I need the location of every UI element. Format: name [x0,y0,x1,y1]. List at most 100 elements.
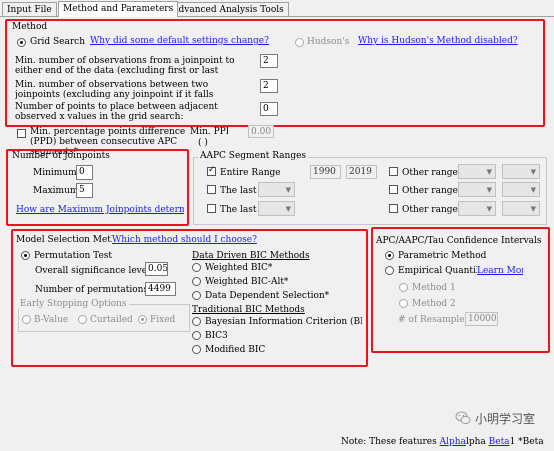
the-last-2-dropdown[interactable]: ▼ [258,201,295,216]
other-range-3-checkbox[interactable] [389,204,398,213]
hudson-radio[interactable] [295,38,304,47]
wechat-logo-icon [455,410,471,426]
the-last-1-label: The last [220,186,257,196]
min-obs-endpoint-input[interactable]: 2 [260,54,278,68]
bic-label: Bayesian Information Criterion (BIC) [205,317,362,327]
grid-settings-link[interactable]: Why did some default settings change? [90,36,269,46]
weighted-bic-alt-radio[interactable] [192,277,201,286]
grid-points-input[interactable]: 0 [260,102,278,116]
other-range-3-start-dropdown[interactable]: ▼ [458,201,496,216]
joinpoints-legend: Number of Joinpoints [12,151,110,161]
chevron-down-icon: ▼ [285,186,291,194]
min-obs-between-input[interactable]: 2 [260,79,278,93]
permutation-test-label: Permutation Test [34,251,113,261]
empirical-quantile-radio[interactable] [385,266,394,275]
permutations-input[interactable]: 4499 [145,282,176,296]
chevron-down-icon: ▼ [530,168,536,176]
modified-bic-label: Modified BIC [205,345,266,355]
joinpoints-min-label: Minimum: [33,168,80,178]
curtailed-radio[interactable] [78,315,87,324]
bic3-radio[interactable] [192,331,201,340]
parametric-method-radio[interactable] [385,251,394,260]
curtailed-label: Curtailed [90,315,133,325]
empirical-quantile-label: Empirical Quantile [398,266,477,276]
traditional-bic-header: Traditional BIC Methods [192,305,305,315]
resamples-label: # of Resamples: [398,315,464,325]
other-range-3-label: Other range: [402,205,461,215]
fixed-label: Fixed [150,315,176,325]
other-range-2-end-dropdown[interactable]: ▼ [502,182,540,197]
range-end-input[interactable]: 2019 [346,165,377,179]
the-last-1-dropdown[interactable]: ▼ [258,182,295,197]
parametric-method-label: Parametric Method [398,251,487,261]
range-start-input[interactable]: 1990 [310,165,341,179]
tab-input-file[interactable]: Input File [2,2,57,17]
aapc-legend: AAPC Segment Ranges [198,151,309,161]
bic3-label: BIC3 [205,331,228,341]
permutations-label: Number of permutations: [35,285,152,295]
method-2-radio[interactable] [399,299,408,308]
chevron-down-icon: ▼ [530,205,536,213]
method-1-radio[interactable] [399,283,408,292]
significance-level-input[interactable]: 0.05 [145,262,168,276]
b-value-label: B-Value [34,315,69,325]
joinpoints-max-label: Maximum: [33,186,82,196]
b-value-radio[interactable] [22,315,31,324]
max-joinpoints-link[interactable]: How are Maximum Joinpoints determined? [16,205,184,215]
data-driven-bic-header: Data Driven BIC Methods [192,251,310,261]
tab-method-and-parameters[interactable]: Method and Parameters [58,1,179,17]
beta-link[interactable]: Beta [489,437,510,447]
tab-advanced-analysis-tools[interactable]: Advanced Analysis Tools [167,2,289,17]
method-1-label: Method 1 [412,283,456,293]
grid-search-label: Grid Search [30,37,85,47]
other-range-1-end-dropdown[interactable]: ▼ [502,164,540,179]
weighted-bic-radio[interactable] [192,263,201,272]
joinpoints-min-input[interactable]: 0 [76,165,93,180]
other-range-1-checkbox[interactable] [389,167,398,176]
entire-range-label: Entire Range [220,168,281,178]
min-obs-between-label: Min. number of observations between two … [15,80,214,100]
method-legend: Method [12,22,48,32]
resamples-input[interactable]: 10000 [465,312,498,326]
modified-bic-radio[interactable] [192,345,201,354]
chevron-down-icon: ▼ [530,186,536,194]
hudson-label: Hudson's [307,37,350,47]
model-selection-legend: Model Selection Method [16,235,112,245]
data-dependent-radio[interactable] [192,291,201,300]
entire-range-checkbox[interactable] [207,165,216,176]
learn-more-link[interactable]: Learn More [477,266,523,276]
ppd-min-input[interactable]: 0.00 [248,125,274,138]
min-obs-endpoint-label: Min. number of observations from a joinp… [15,56,235,76]
other-range-2-label: Other range: [402,186,461,196]
joinpoints-max-input[interactable]: 5 [76,183,93,198]
fixed-radio[interactable] [138,315,147,324]
the-last-2-checkbox[interactable] [207,204,216,213]
hudson-disabled-link[interactable]: Why is Hudson's Method disabled? [358,36,518,46]
grid-search-radio[interactable] [17,38,26,47]
permutation-test-radio[interactable] [21,251,30,260]
beta-tail: 1 *Beta [509,437,544,447]
ppd-min-label: Min. PPD [190,127,228,137]
ci-legend: APC/AAPC/Tau Confidence Intervals [376,236,542,246]
weighted-bic-label: Weighted BIC* [205,263,273,273]
other-range-1-label: Other range: [402,168,461,178]
footer-note-text: Note: These features [341,437,437,447]
bic-radio[interactable] [192,317,201,326]
alpha-link[interactable]: Alpha [440,437,466,447]
watermark-text: 小明学习室 [475,412,536,426]
method-2-label: Method 2 [412,299,456,309]
other-range-1-start-dropdown[interactable]: ▼ [458,164,496,179]
ppd-checkbox[interactable] [17,129,26,138]
other-range-2-checkbox[interactable] [389,185,398,194]
other-range-3-end-dropdown[interactable]: ▼ [502,201,540,216]
the-last-1-checkbox[interactable] [207,185,216,194]
the-last-2-label: The last [220,205,257,215]
early-stopping-legend: Early Stopping Options [18,299,129,309]
which-method-link[interactable]: Which method should I choose? [112,235,257,245]
footer-note: Note: These features Alphalpha Beta1 *Be… [341,437,544,447]
significance-level-label: Overall significance level [35,266,145,276]
other-range-2-start-dropdown[interactable]: ▼ [458,182,496,197]
weighted-bic-alt-label: Weighted BIC-Alt* [205,277,289,287]
alpha-tail: lpha [465,437,486,447]
grid-points-label: Number of points to place between adjace… [15,102,218,122]
